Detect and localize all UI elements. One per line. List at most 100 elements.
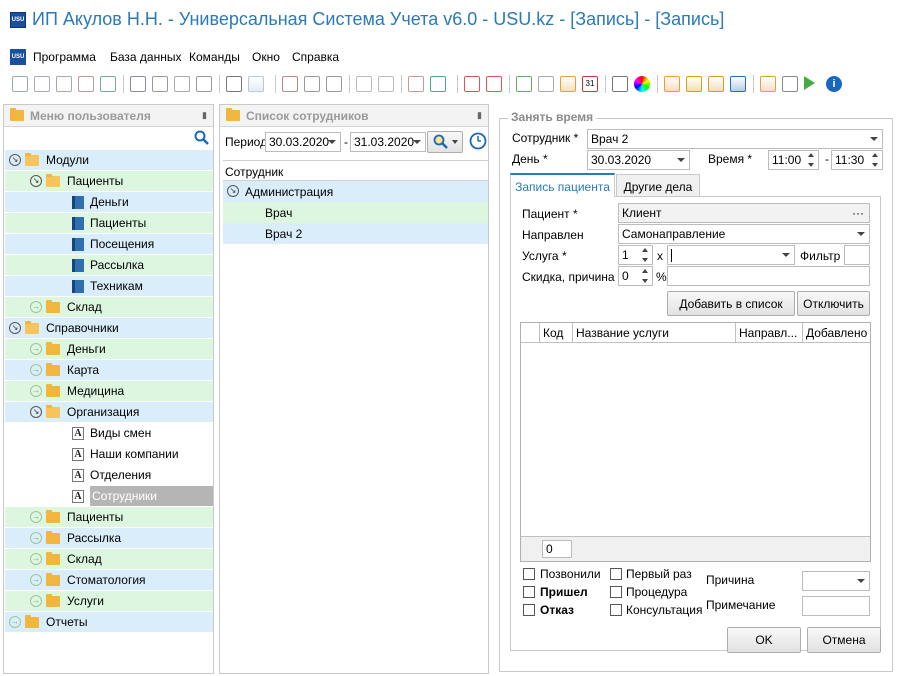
filter-icon[interactable] (152, 76, 168, 92)
column-added[interactable]: Добавлено (806, 326, 867, 340)
collapse-icon[interactable]: ↘ (30, 175, 42, 187)
day-field[interactable]: 30.03.2020 (587, 150, 690, 170)
collapse-group-icon[interactable]: ↘ (227, 185, 239, 197)
discount-stepper[interactable] (639, 266, 652, 286)
sidebar-item-19[interactable]: → Склад (5, 549, 213, 569)
cancel-button[interactable]: Отмена (807, 627, 881, 653)
chevron-down-icon[interactable] (857, 232, 865, 236)
chevron-down-icon[interactable] (857, 579, 865, 583)
column-service-name[interactable]: Название услуги (576, 326, 669, 340)
sidebar-item-0[interactable]: ↘ Модули (5, 150, 213, 170)
menu-program[interactable]: Программа (33, 50, 96, 64)
chevron-down-icon[interactable] (451, 140, 458, 144)
time-to-stepper[interactable] (869, 150, 882, 170)
sidebar-item-4[interactable]: Посещения (5, 234, 213, 254)
sidebar-item-8[interactable]: ↘ Справочники (5, 318, 213, 338)
insert-icon[interactable] (356, 76, 372, 92)
patient-field[interactable]: Клиент ··· (618, 203, 870, 223)
refused-checkbox[interactable] (523, 604, 535, 616)
copy-icon[interactable] (34, 76, 50, 92)
time-from-field[interactable]: 11:00 (768, 150, 819, 170)
employee-column-header[interactable]: Сотрудник (225, 165, 283, 179)
exit-icon[interactable] (516, 76, 532, 92)
procedure-checkbox[interactable] (610, 586, 622, 598)
search-icon[interactable] (194, 130, 210, 146)
menu-help[interactable]: Справка (292, 50, 339, 64)
excel-icon[interactable] (430, 76, 446, 92)
discount-field[interactable]: 0 (618, 266, 653, 286)
note-icon[interactable] (378, 76, 394, 92)
delete-icon[interactable] (78, 76, 94, 92)
sidebar-item-9[interactable]: → Деньги (5, 339, 213, 359)
settings-icon[interactable] (612, 76, 628, 92)
sidebar-item-13[interactable]: A Виды смен (5, 423, 213, 443)
sidebar-item-15[interactable]: A Отделения (5, 465, 213, 485)
clock-icon[interactable] (538, 76, 554, 92)
disable-button[interactable]: Отключить (797, 291, 870, 316)
sidebar-item-22[interactable]: → Отчеты (5, 612, 213, 632)
flag-icon[interactable] (226, 76, 242, 92)
service-qty-stepper[interactable] (639, 245, 652, 265)
expand-icon[interactable]: → (30, 595, 42, 607)
ellipsis-icon[interactable]: ··· (852, 206, 864, 220)
filter-settings-icon[interactable] (196, 76, 212, 92)
service-qty-field[interactable]: 1 (618, 245, 653, 265)
sidebar-item-2[interactable]: Деньги (5, 192, 213, 212)
time-from-stepper[interactable] (805, 150, 818, 170)
export-icon[interactable] (408, 76, 424, 92)
refresh-icon[interactable] (100, 76, 116, 92)
edit-icon[interactable] (56, 76, 72, 92)
window-icon[interactable] (486, 76, 502, 92)
rss-icon[interactable] (664, 76, 680, 92)
arrived-checkbox[interactable] (523, 586, 535, 598)
sidebar-item-11[interactable]: → Медицина (5, 381, 213, 401)
menu-database[interactable]: База данных (110, 50, 181, 64)
table-icon[interactable] (760, 76, 776, 92)
collapse-icon[interactable]: ↘ (9, 322, 21, 334)
column-code[interactable]: Код (543, 326, 563, 340)
sidebar-item-20[interactable]: → Стоматология (5, 570, 213, 590)
pen-icon[interactable] (730, 76, 746, 92)
pin-icon[interactable]: ▮ (477, 110, 482, 121)
sidebar-item-21[interactable]: → Услуги (5, 591, 213, 611)
expand-icon[interactable]: → (30, 574, 42, 586)
sidebar-item-3[interactable]: Пациенты (5, 213, 213, 233)
expand-icon[interactable]: → (30, 385, 42, 397)
info-icon[interactable]: i (826, 76, 842, 92)
expand-icon[interactable]: → (9, 616, 21, 628)
image-icon[interactable] (248, 76, 264, 92)
sidebar-item-12[interactable]: ↘ Организация (5, 402, 213, 422)
play-icon[interactable] (804, 76, 815, 90)
collapse-icon[interactable] (326, 76, 342, 92)
sidebar-item-17[interactable]: → Пациенты (5, 507, 213, 527)
note-input[interactable] (802, 596, 870, 616)
sidebar-item-1[interactable]: ↘ Пациенты (5, 171, 213, 191)
columns-icon[interactable] (282, 76, 298, 92)
menu-window[interactable]: Окно (252, 50, 280, 64)
chevron-down-icon[interactable] (328, 140, 336, 144)
discount-reason-input[interactable] (667, 266, 870, 286)
collapse-icon[interactable]: ↘ (9, 154, 21, 166)
sidebar-item-16[interactable]: A Сотрудники (5, 486, 213, 506)
menu-app-icon[interactable]: USU (10, 49, 26, 65)
clock-icon[interactable] (469, 132, 487, 150)
expand-icon[interactable]: → (30, 532, 42, 544)
new-icon[interactable] (12, 76, 28, 92)
tab-other-tasks[interactable]: Другие дела (616, 174, 700, 196)
service-select[interactable] (667, 245, 795, 265)
sidebar-item-18[interactable]: → Рассылка (5, 528, 213, 548)
color-icon[interactable] (634, 76, 650, 92)
chevron-down-icon[interactable] (870, 137, 878, 141)
ok-button[interactable]: OK (727, 627, 801, 653)
period-from-field[interactable]: 30.03.2020 (265, 132, 341, 152)
time-to-field[interactable]: 11:30 (831, 150, 883, 170)
pin-icon[interactable]: ▮ (202, 110, 207, 121)
sidebar-item-6[interactable]: Техникам (5, 276, 213, 296)
location-icon[interactable] (560, 76, 576, 92)
print-icon[interactable] (782, 76, 798, 92)
first-time-checkbox[interactable] (610, 568, 622, 580)
table-row[interactable]: Врач (223, 202, 488, 223)
collapse-icon[interactable]: ↘ (30, 406, 42, 418)
employee-select[interactable]: Врач 2 (587, 129, 883, 149)
menu-commands[interactable]: Команды (189, 50, 240, 64)
